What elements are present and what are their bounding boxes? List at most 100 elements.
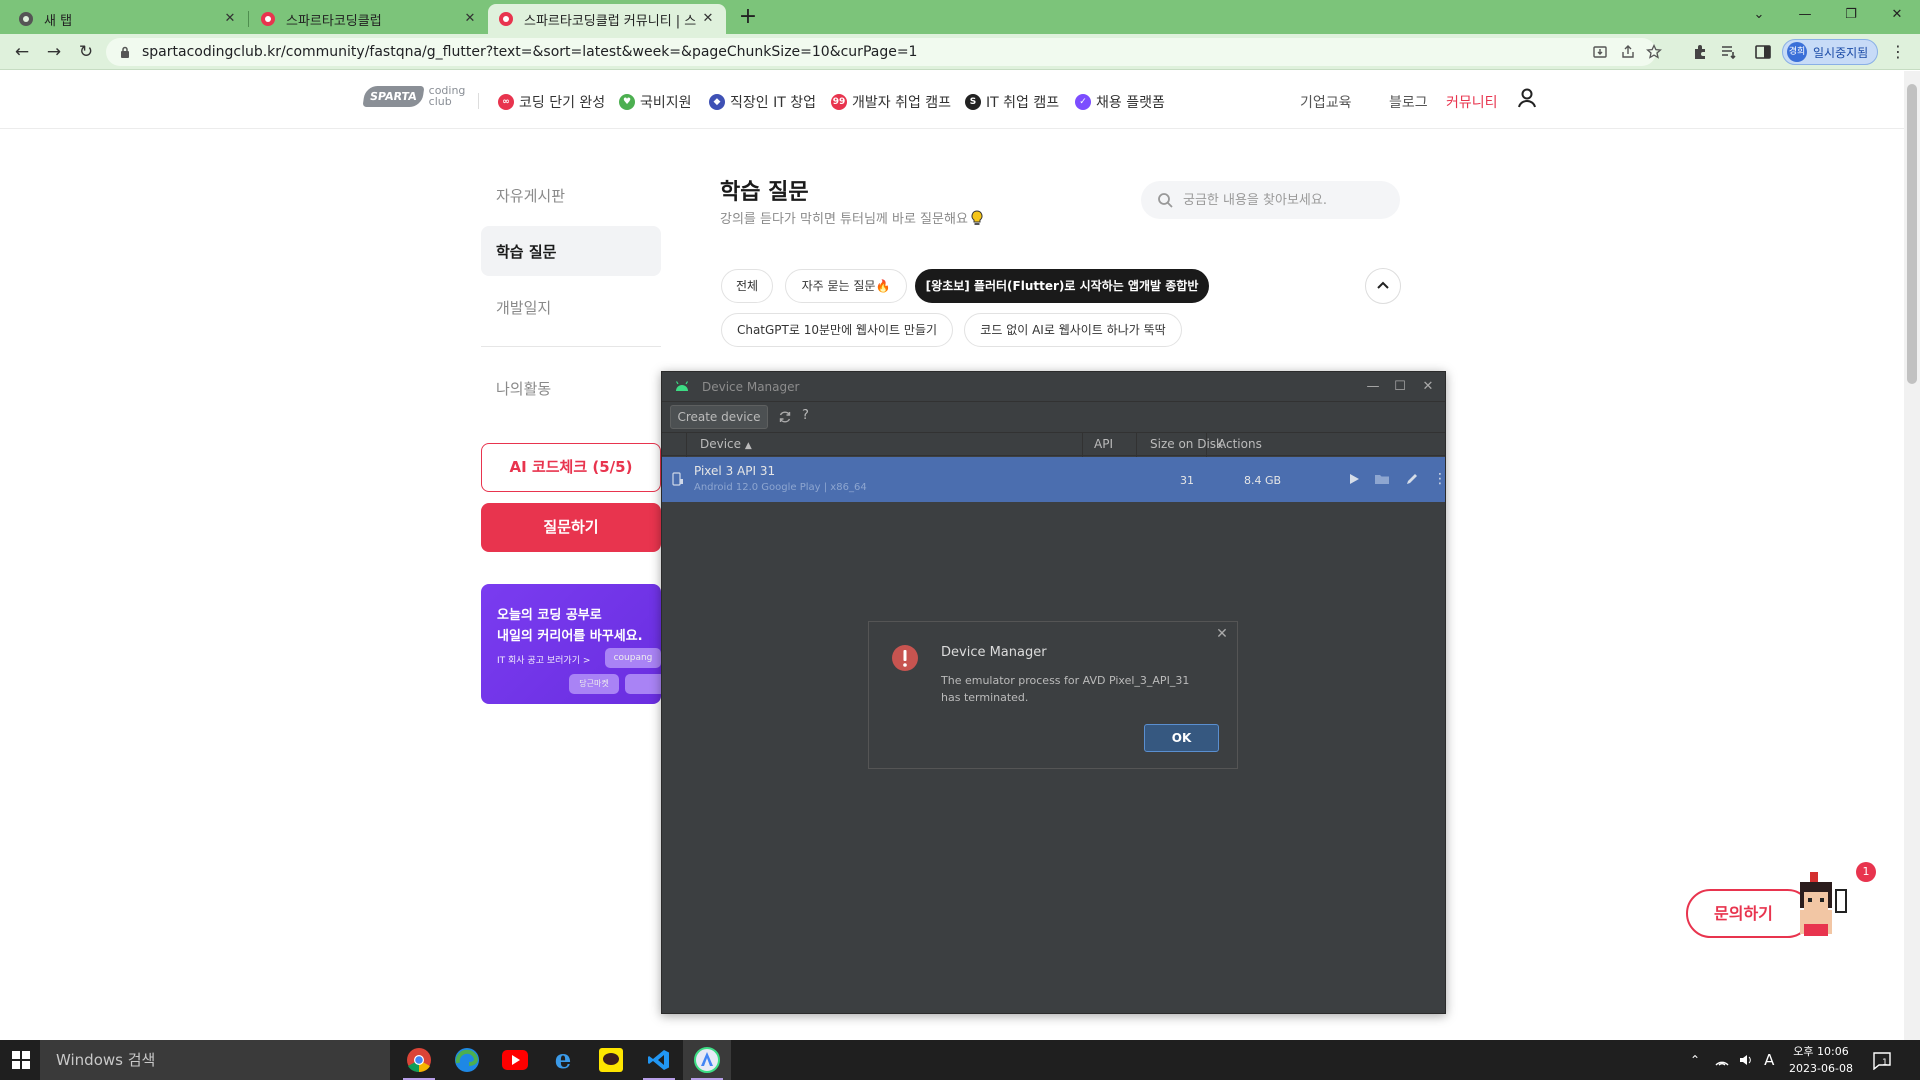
nav-blog[interactable]: 블로그 bbox=[1389, 92, 1428, 112]
reading-list-icon[interactable] bbox=[1720, 43, 1738, 61]
play-icon[interactable] bbox=[1346, 471, 1362, 487]
more-vertical-icon[interactable]: ⋮ bbox=[1432, 471, 1448, 487]
tab-sparta[interactable]: 스파르타코딩클럽 ✕ bbox=[250, 4, 488, 34]
edit-pencil-icon[interactable] bbox=[1404, 471, 1420, 487]
install-icon[interactable] bbox=[1592, 44, 1608, 60]
vscode-taskbar-icon[interactable] bbox=[635, 1040, 683, 1080]
tab-community[interactable]: 스파르타코딩클럽 커뮤니티 | 스 ✕ bbox=[488, 4, 726, 34]
tab-separator bbox=[248, 11, 249, 27]
help-icon[interactable]: ? bbox=[802, 408, 809, 423]
mascot-icon[interactable] bbox=[1790, 868, 1856, 940]
search-box[interactable] bbox=[1141, 181, 1400, 219]
nav-enterprise[interactable]: 기업교육 bbox=[1300, 92, 1352, 112]
taskbar-clock[interactable]: 오후 10:06 2023-06-08 bbox=[1786, 1043, 1856, 1077]
reload-button[interactable]: ↻ bbox=[74, 40, 98, 64]
close-icon[interactable]: ✕ bbox=[1213, 626, 1231, 644]
filter-flutter[interactable]: [왕초보] 플러터(Flutter)로 시작하는 앱개발 종합반 bbox=[915, 269, 1209, 303]
window-title: Device Manager bbox=[702, 380, 800, 394]
tab-title: 스파르타코딩클럽 bbox=[286, 13, 382, 29]
sparta-logo[interactable]: SPARTA coding club bbox=[362, 85, 465, 107]
ask-question-button[interactable]: 질문하기 bbox=[481, 503, 661, 552]
filter-nocode-ai[interactable]: 코드 없이 AI로 웹사이트 하나가 뚝딱 bbox=[964, 313, 1182, 347]
folder-icon[interactable] bbox=[1374, 471, 1390, 487]
collapse-filters-button[interactable] bbox=[1365, 268, 1401, 304]
close-icon[interactable]: ✕ bbox=[700, 11, 716, 27]
column-api[interactable]: API bbox=[1094, 437, 1113, 451]
avatar: 경희 bbox=[1787, 42, 1807, 62]
column-actions[interactable]: Actions bbox=[1218, 437, 1262, 451]
nav-community[interactable]: 커뮤니티 bbox=[1446, 92, 1498, 112]
table-row[interactable]: Pixel 3 API 31 Android 12.0 Google Play … bbox=[662, 457, 1448, 502]
chevron-up-icon[interactable]: ⌃ bbox=[1690, 1053, 1700, 1067]
filter-chatgpt[interactable]: ChatGPT로 10분만에 웹사이트 만들기 bbox=[721, 313, 953, 347]
android-studio-taskbar-icon[interactable] bbox=[683, 1040, 731, 1080]
volume-icon[interactable] bbox=[1738, 1053, 1754, 1067]
device-subtitle: Android 12.0 Google Play | x86_64 bbox=[694, 482, 867, 493]
diamond-icon: ◆ bbox=[709, 94, 725, 110]
banner-line: 내일의 커리어를 바꾸세요. bbox=[497, 629, 643, 644]
new-tab-button[interactable]: + bbox=[736, 6, 760, 30]
chrome-menu-icon[interactable]: ⋮ bbox=[1888, 42, 1908, 62]
sidebar-item-my-activity[interactable]: 나의활동 bbox=[496, 378, 551, 399]
windows-start-icon[interactable] bbox=[12, 1051, 30, 1069]
bookmark-star-icon[interactable] bbox=[1646, 44, 1662, 60]
divider bbox=[1082, 433, 1083, 457]
network-icon[interactable] bbox=[1714, 1053, 1730, 1067]
notification-center-icon[interactable]: 1 bbox=[1872, 1050, 1892, 1070]
sidebar-item-free-board[interactable]: 자유게시판 bbox=[496, 185, 565, 206]
address-bar[interactable]: spartacodingclub.kr/community/fastqna/g_… bbox=[106, 38, 1662, 66]
filter-all[interactable]: 전체 bbox=[721, 269, 773, 303]
filter-faq[interactable]: 자주 묻는 질문🔥 bbox=[785, 269, 907, 303]
nav-gov-support[interactable]: ♥ 국비지원 bbox=[619, 92, 692, 112]
profile-button[interactable]: 경희 일시중지됨 bbox=[1782, 39, 1878, 65]
tab-new-tab[interactable]: 새 탭 ✕ bbox=[8, 4, 248, 34]
close-icon[interactable]: ✕ bbox=[222, 11, 238, 27]
scrollbar-thumb[interactable] bbox=[1907, 84, 1917, 384]
create-device-button[interactable]: Create device bbox=[670, 405, 768, 429]
android-icon bbox=[675, 381, 689, 391]
extensions-icon[interactable] bbox=[1691, 43, 1709, 61]
taskbar-search-input[interactable] bbox=[56, 1040, 376, 1080]
youtube-taskbar-icon[interactable] bbox=[491, 1040, 539, 1080]
career-banner[interactable]: 오늘의 코딩 공부로 내일의 커리어를 바꾸세요. IT 회사 공고 보러가기 … bbox=[481, 584, 661, 704]
divider bbox=[481, 346, 661, 347]
back-button[interactable]: ← bbox=[10, 40, 34, 64]
ok-button[interactable]: OK bbox=[1144, 724, 1219, 752]
minimize-button[interactable]: — bbox=[1362, 376, 1384, 398]
nav-dev-camp[interactable]: 99 개발자 취업 캠프 bbox=[831, 92, 951, 112]
close-window-button[interactable]: ✕ bbox=[1874, 0, 1920, 30]
page-subtitle: 강의를 듣다가 막히면 튜터님께 바로 질문해요 bbox=[720, 208, 984, 227]
search-input[interactable] bbox=[1183, 181, 1383, 219]
side-panel-icon[interactable] bbox=[1754, 43, 1772, 61]
share-icon[interactable] bbox=[1620, 44, 1636, 60]
close-icon[interactable]: ✕ bbox=[462, 11, 478, 27]
kakaotalk-taskbar-icon[interactable] bbox=[587, 1040, 635, 1080]
camp-99-icon: 99 bbox=[831, 94, 847, 110]
edge-taskbar-icon[interactable] bbox=[443, 1040, 491, 1080]
taskbar-search[interactable] bbox=[40, 1040, 390, 1080]
column-device[interactable]: Device ▲ bbox=[700, 437, 752, 451]
close-button[interactable]: ✕ bbox=[1417, 376, 1439, 398]
nav-startup[interactable]: ◆ 직장인 IT 창업 bbox=[709, 92, 816, 112]
refresh-icon[interactable] bbox=[778, 410, 792, 424]
user-icon[interactable] bbox=[1516, 87, 1538, 109]
sidebar-item-dev-log[interactable]: 개발일지 bbox=[496, 297, 551, 318]
ime-indicator[interactable]: A bbox=[1764, 1051, 1774, 1069]
column-size[interactable]: Size on Disk bbox=[1150, 437, 1223, 451]
window-titlebar[interactable]: Device Manager — ☐ ✕ bbox=[662, 372, 1445, 402]
chrome-taskbar-icon[interactable] bbox=[395, 1040, 443, 1080]
sidebar-item-qna[interactable]: 학습 질문 bbox=[496, 241, 556, 262]
device-table-header: Device ▲ API Size on Disk Actions bbox=[662, 432, 1445, 457]
dialog-message: The emulator process for AVD Pixel_3_API… bbox=[941, 674, 1190, 704]
minimize-button[interactable]: — bbox=[1782, 0, 1828, 30]
nav-label: 개발자 취업 캠프 bbox=[852, 95, 952, 111]
restore-button[interactable]: ❐ bbox=[1828, 0, 1874, 30]
forward-button[interactable]: → bbox=[42, 40, 66, 64]
nav-it-camp[interactable]: S IT 취업 캠프 bbox=[965, 92, 1059, 112]
ai-code-check-button[interactable]: AI 코드체크 (5/5) bbox=[481, 443, 661, 492]
tab-search-icon[interactable]: ⌄ bbox=[1736, 0, 1782, 30]
internet-explorer-taskbar-icon[interactable]: e bbox=[539, 1040, 587, 1080]
maximize-button[interactable]: ☐ bbox=[1389, 376, 1411, 398]
nav-coding-short[interactable]: ∞ 코딩 단기 완성 bbox=[498, 92, 605, 112]
nav-hiring[interactable]: ✓ 채용 플랫폼 bbox=[1075, 92, 1165, 112]
